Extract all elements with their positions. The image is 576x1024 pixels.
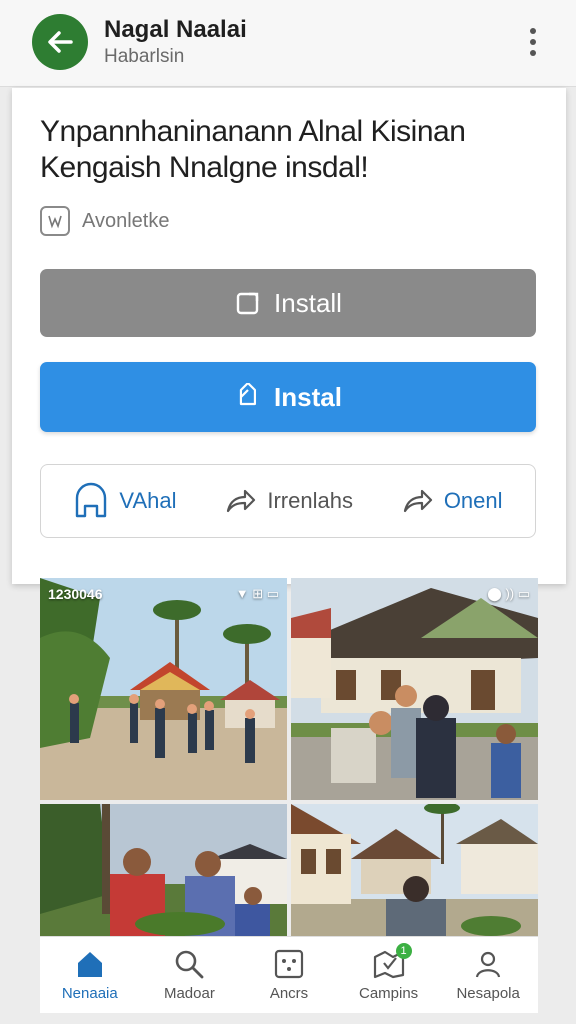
verified-row: Avonletke [40, 206, 169, 236]
dot-icon [530, 50, 536, 56]
nav-map[interactable]: 1 Campins [344, 942, 434, 1002]
bottom-navigation: Nenaaia Madoar Ancrs 1 Campins Nesapola [40, 936, 538, 1013]
share-icon [403, 489, 432, 513]
screenshot-family-garden[interactable] [40, 804, 287, 936]
screenshot-gallery[interactable]: 1230046 ▼ ⊞ ▭ ⬤ )) ▭ [40, 578, 538, 936]
headline: Ynpannhaninanann Alnal Kisinan Kengaish … [40, 114, 550, 186]
headline-line-2: Kengaish Nnalgne insdal! [40, 151, 369, 184]
install-button-secondary-label: Install [274, 287, 342, 318]
action-row: VAhal Irrenlahs Onenl [40, 464, 536, 538]
app-subtitle: Habarlsin [104, 46, 185, 67]
nav-profile[interactable]: Nesapola [443, 949, 533, 1002]
elders-gathering-image [291, 578, 538, 800]
heritage-house-image [291, 804, 538, 936]
app-title: Nagal Naalai [104, 16, 247, 43]
nav-search-label: Madoar [163, 984, 215, 1002]
search-icon [176, 950, 204, 978]
install-button-primary-label: Instal [274, 381, 342, 412]
install-button-secondary[interactable]: Install [40, 269, 536, 337]
action-share-label: Irrenlahs [267, 488, 353, 513]
status-icons-left: ▼ ⊞ ▭ [235, 586, 279, 601]
home-icon [77, 951, 102, 977]
nav-map-label: Campins [358, 984, 419, 1002]
verified-label: Avonletke [82, 209, 170, 232]
dot-icon [530, 28, 536, 34]
status-time: 1230046 [48, 586, 103, 602]
back-button[interactable] [32, 14, 88, 70]
status-icons-right: ⬤ )) ▭ [487, 586, 530, 601]
nav-map-badge: 1 [395, 942, 412, 959]
install-card: Ynpannhaninanann Alnal Kisinan Kengaish … [12, 88, 566, 584]
family-garden-image [40, 804, 287, 936]
headline-line-1: Ynpannhaninanann Alnal Kisinan [40, 115, 466, 148]
app-bar: Nagal Naalai Habarlsin [0, 0, 576, 87]
nav-search[interactable]: Madoar [144, 949, 234, 1002]
action-wishlist-label: VAhal [119, 488, 177, 513]
dot-icon [530, 39, 536, 45]
screenshot-heritage-house[interactable] [291, 804, 538, 936]
nav-profile-label: Nesapola [456, 984, 520, 1002]
grid-icon [274, 949, 304, 978]
download-box-icon [236, 292, 259, 315]
arrow-left-icon [48, 31, 73, 53]
nav-apps[interactable]: Ancrs [244, 949, 334, 1002]
action-share[interactable]: Irrenlahs [225, 487, 353, 515]
install-button-primary[interactable]: Instal [40, 362, 536, 432]
share-icon [227, 489, 256, 513]
person-icon [476, 951, 501, 977]
verified-badge-icon [40, 206, 70, 236]
screenshot-elders-gathering[interactable]: ⬤ )) ▭ [291, 578, 538, 800]
screenshot-village-square[interactable]: 1230046 ▼ ⊞ ▭ [40, 578, 287, 800]
nav-home[interactable]: Nenaaia [45, 949, 135, 1002]
bookmark-icon [76, 482, 107, 518]
nav-apps-label: Ancrs [269, 984, 309, 1002]
nav-home-label: Nenaaia [61, 984, 118, 1002]
tag-icon [239, 383, 257, 406]
action-open-label: Onenl [443, 488, 503, 513]
village-square-image [40, 578, 287, 800]
action-open[interactable]: Onenl [402, 487, 503, 515]
action-wishlist[interactable]: VAhal [73, 482, 177, 520]
more-menu-button[interactable] [518, 22, 548, 62]
